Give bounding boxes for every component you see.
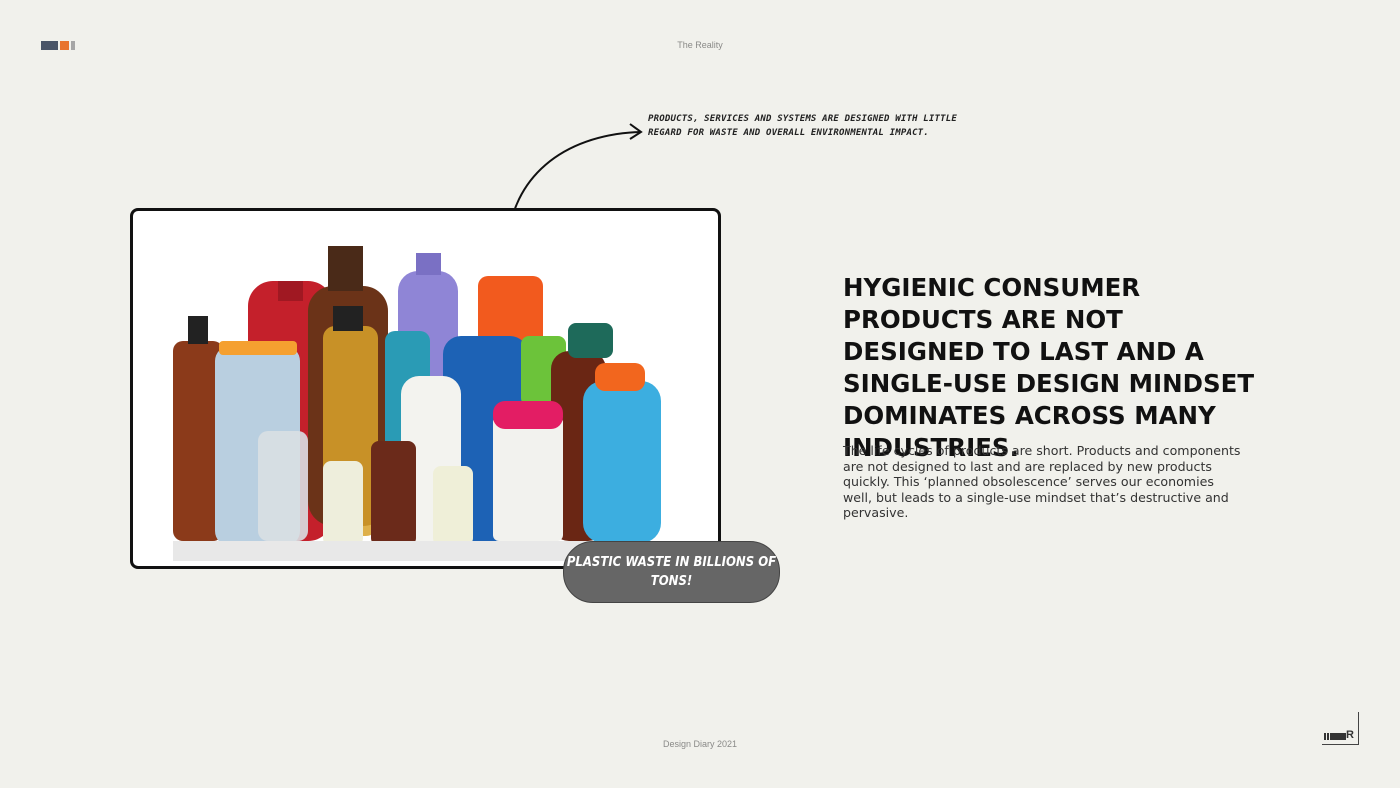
footer-text: Design Diary 2021 xyxy=(662,739,738,749)
headline: Hygienic consumer products are not desig… xyxy=(843,273,1255,462)
bottles-image xyxy=(173,246,673,561)
annotation-text: Products, services and systems are desig… xyxy=(648,114,958,138)
body-text: The life cycles of products are short. P… xyxy=(843,443,1241,520)
page-title: The Reality xyxy=(677,40,723,50)
corner-logo: R xyxy=(1322,712,1359,745)
product-image-frame xyxy=(130,208,721,569)
callout-badge: Plastic waste in billions of tons! xyxy=(563,541,780,603)
logo-letter: R xyxy=(1346,729,1354,741)
